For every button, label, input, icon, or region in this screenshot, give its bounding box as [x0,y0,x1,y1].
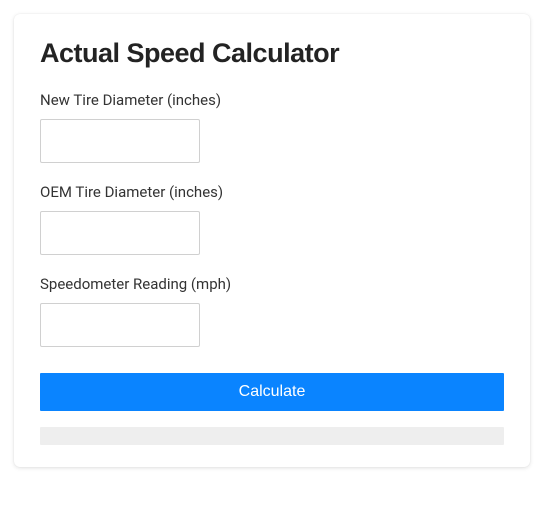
oem-tire-group: OEM Tire Diameter (inches) [40,183,504,255]
oem-tire-input[interactable] [40,211,200,255]
oem-tire-label: OEM Tire Diameter (inches) [40,183,504,201]
result-display [40,427,504,445]
speedometer-input[interactable] [40,303,200,347]
calculate-button[interactable]: Calculate [40,373,504,411]
speedometer-group: Speedometer Reading (mph) [40,275,504,347]
speedometer-label: Speedometer Reading (mph) [40,275,504,293]
page-title: Actual Speed Calculator [40,38,504,69]
new-tire-input[interactable] [40,119,200,163]
new-tire-group: New Tire Diameter (inches) [40,91,504,163]
new-tire-label: New Tire Diameter (inches) [40,91,504,109]
calculator-card: Actual Speed Calculator New Tire Diamete… [14,14,530,467]
